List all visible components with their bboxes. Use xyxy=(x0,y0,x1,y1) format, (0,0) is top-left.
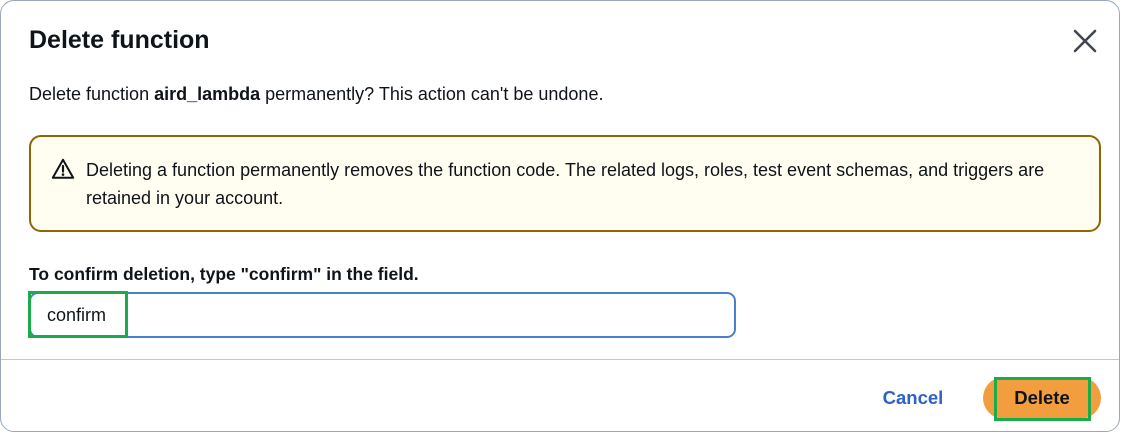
delete-button[interactable]: Delete xyxy=(983,377,1101,419)
footer-divider xyxy=(1,359,1119,360)
warning-alert: Deleting a function permanently removes … xyxy=(29,135,1101,232)
dialog-title: Delete function xyxy=(29,26,210,54)
function-name: aird_lambda xyxy=(154,84,261,104)
warning-icon xyxy=(51,158,75,179)
confirm-input[interactable] xyxy=(29,292,736,338)
description-prefix: Delete function xyxy=(29,84,155,104)
dialog-description: Delete function aird_lambda permanently?… xyxy=(29,81,603,107)
delete-function-dialog: Delete function Delete function aird_lam… xyxy=(0,0,1120,432)
warning-text: Deleting a function permanently removes … xyxy=(86,160,1045,208)
cancel-button[interactable]: Cancel xyxy=(869,381,957,415)
confirm-label: To confirm deletion, type "confirm" in t… xyxy=(29,264,419,284)
close-icon xyxy=(1073,29,1097,53)
description-suffix: permanently? This action can't be undone… xyxy=(260,84,604,104)
close-button[interactable] xyxy=(1071,27,1099,55)
